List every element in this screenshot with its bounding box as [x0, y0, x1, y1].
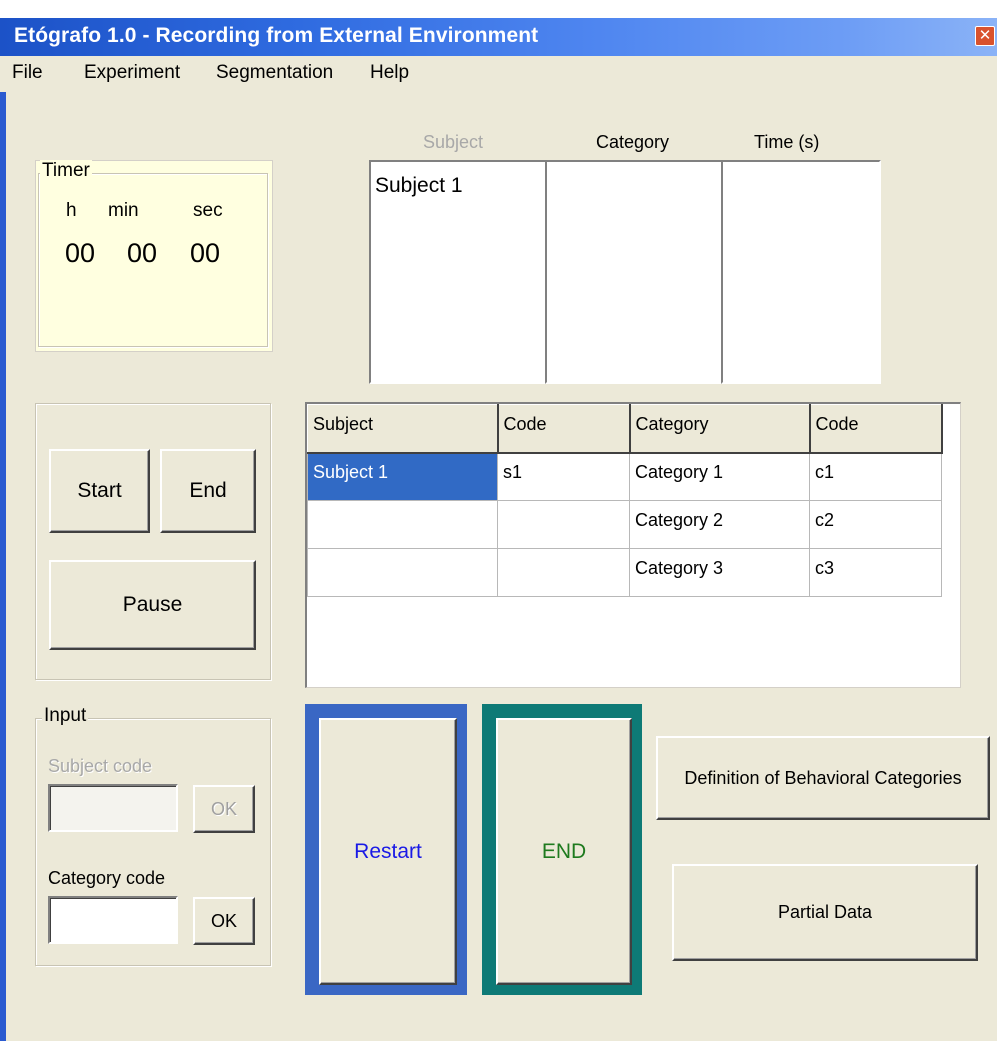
grid-cell[interactable]: s1: [497, 452, 630, 501]
end-frame: END: [482, 704, 642, 995]
partial-data-button[interactable]: Partial Data: [672, 864, 978, 961]
timer-sec-label: sec: [193, 200, 223, 221]
category-code-input[interactable]: [48, 896, 178, 944]
pause-button[interactable]: Pause: [49, 560, 256, 650]
log-category-header: Category: [596, 132, 670, 152]
table-row[interactable]: Subject 1 s1 Category 1 c1: [307, 452, 942, 501]
menu-segmentation[interactable]: Segmentation: [216, 62, 333, 84]
window-title: Etógrafo 1.0 - Recording from External E…: [14, 24, 539, 47]
end-button[interactable]: End: [160, 449, 256, 533]
grid-cell[interactable]: c3: [809, 548, 942, 597]
codes-grid[interactable]: Subject Code Category Code Subject 1 s1 …: [305, 402, 961, 688]
timer-legend: Timer: [40, 160, 92, 182]
grid-header-subject[interactable]: Subject: [307, 404, 499, 454]
category-ok-button[interactable]: OK: [193, 897, 255, 945]
start-button[interactable]: Start: [49, 449, 150, 533]
subject-log-item[interactable]: Subject 1: [375, 174, 463, 198]
menu-file[interactable]: File: [12, 62, 43, 84]
log-subject-header: Subject: [423, 132, 484, 152]
restart-button[interactable]: Restart: [319, 718, 457, 985]
definition-button[interactable]: Definition of Behavioral Categories: [656, 736, 990, 820]
grid-cell[interactable]: Category 3: [629, 548, 810, 597]
subject-log-list[interactable]: Subject 1: [369, 160, 547, 384]
grid-header-code[interactable]: Code: [809, 404, 943, 454]
close-icon[interactable]: ✕: [975, 26, 995, 46]
timer-h-label: h: [66, 200, 77, 221]
subject-code-input[interactable]: [48, 784, 178, 832]
grid-cell[interactable]: [307, 548, 498, 597]
subject-code-label: Subject code: [48, 756, 153, 776]
restart-frame: Restart: [305, 704, 467, 995]
menu-experiment[interactable]: Experiment: [84, 62, 180, 84]
grid-header-code[interactable]: Code: [497, 404, 631, 454]
grid-cell[interactable]: Category 2: [629, 500, 810, 549]
grid-header-category[interactable]: Category: [629, 404, 811, 454]
table-row[interactable]: Category 2 c2: [307, 500, 942, 549]
grid-cell[interactable]: c2: [809, 500, 942, 549]
timer-hours: 00: [65, 238, 96, 268]
time-log-list[interactable]: [721, 160, 881, 384]
log-time-header: Time (s): [754, 132, 820, 152]
timer-min-label: min: [108, 200, 139, 221]
subject-ok-button[interactable]: OK: [193, 785, 255, 833]
title-bar: Etógrafo 1.0 - Recording from External E…: [0, 0, 997, 56]
category-log-list[interactable]: [545, 160, 723, 384]
grid-cell[interactable]: [497, 500, 630, 549]
timer-minutes: 00: [127, 238, 158, 268]
menu-bar: File Experiment Segmentation Help: [0, 56, 997, 92]
end-session-button[interactable]: END: [496, 718, 632, 985]
window-left-edge: [0, 92, 6, 1041]
table-row[interactable]: Category 3 c3: [307, 548, 942, 597]
input-legend: Input: [42, 705, 89, 727]
menu-help[interactable]: Help: [370, 62, 409, 84]
grid-cell[interactable]: c1: [809, 452, 942, 501]
timer-seconds: 00: [190, 238, 221, 268]
grid-cell[interactable]: [307, 500, 498, 549]
category-code-label: Category code: [48, 868, 166, 888]
grid-cell[interactable]: Category 1: [629, 452, 810, 501]
grid-cell[interactable]: Subject 1: [307, 452, 498, 501]
grid-cell[interactable]: [497, 548, 630, 597]
